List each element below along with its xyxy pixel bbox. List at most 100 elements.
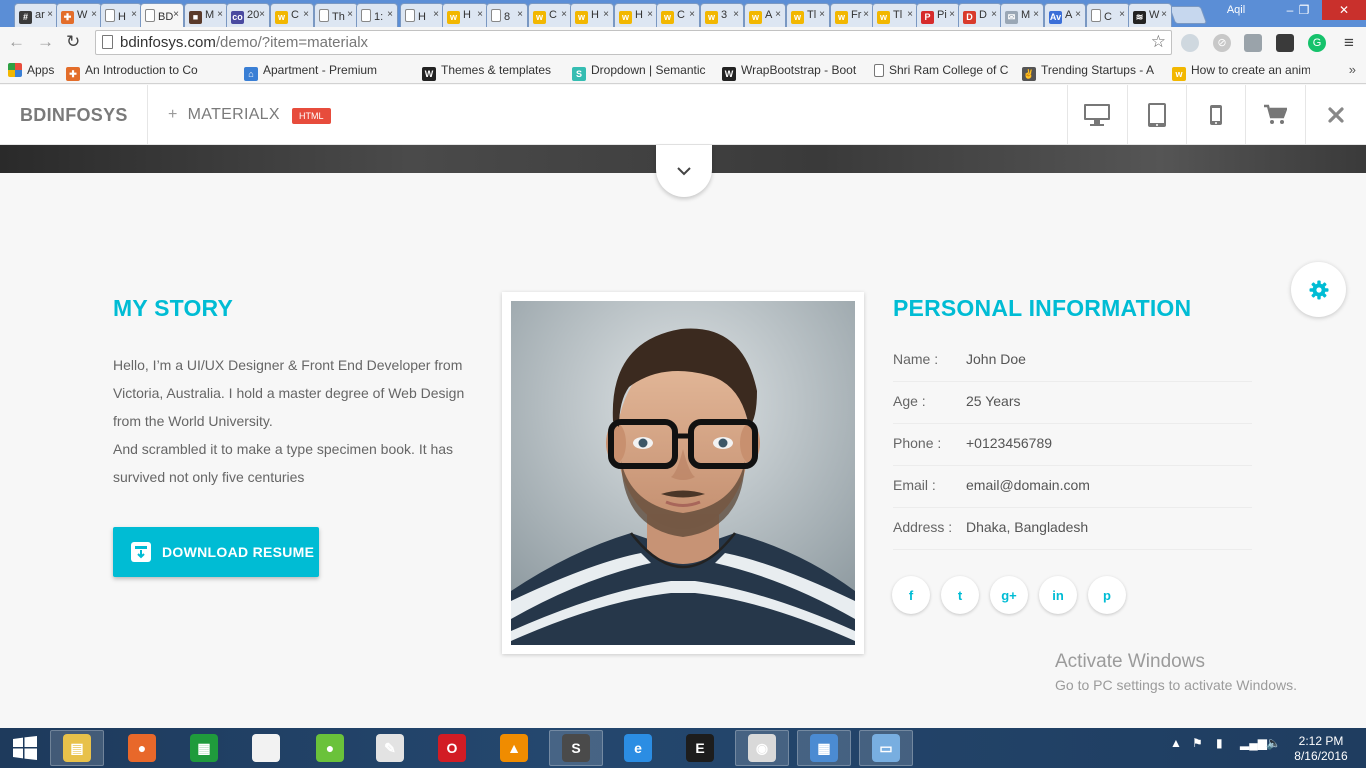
show-hidden-icons[interactable]: ▲ <box>1170 736 1182 750</box>
address-bar[interactable]: bdinfosys.com/demo/?item=materialx ☆ <box>95 30 1172 55</box>
browser-tab[interactable]: 1: × <box>356 3 398 27</box>
taskbar-photo-viewer[interactable]: ▭ <box>859 730 913 766</box>
menu-icon[interactable]: ≡ <box>1340 34 1358 52</box>
taskbar-control-panel[interactable]: ▦ <box>797 730 851 766</box>
tab-active[interactable]: BD × <box>140 3 184 27</box>
start-button[interactable] <box>0 730 50 766</box>
bookmark-item[interactable]: W Themes & templates <box>422 63 558 81</box>
bookmark-item[interactable]: w How to create an anim <box>1172 63 1310 81</box>
twitter-button[interactable]: t <box>941 576 979 614</box>
taskbar-frog-app[interactable]: ● <box>303 730 357 766</box>
taskbar-opera[interactable]: O <box>425 730 479 766</box>
taskbar-file-explorer[interactable]: ▤ <box>50 730 104 766</box>
browser-tab[interactable]: w C × <box>270 3 314 27</box>
cart-button[interactable] <box>1245 85 1304 145</box>
tab-close-icon[interactable]: × <box>1075 9 1081 20</box>
extension-icon-2[interactable]: ⊘ <box>1213 34 1231 52</box>
bookmark-item[interactable]: Apps <box>8 63 63 77</box>
google-plus-button[interactable]: g+ <box>990 576 1028 614</box>
pinterest-button[interactable]: p <box>1088 576 1126 614</box>
network-icon[interactable]: ▂▄▆ <box>1240 736 1267 750</box>
tab-close-icon[interactable]: × <box>863 9 869 20</box>
browser-tab[interactable]: ■ M × <box>184 3 228 27</box>
browser-tab[interactable]: w A × <box>744 3 786 27</box>
browser-tab[interactable]: w C × <box>528 3 572 27</box>
tab-close-icon[interactable]: × <box>217 9 223 20</box>
bookmark-star-icon[interactable]: ☆ <box>1151 32 1166 52</box>
browser-tab[interactable]: w Fr × <box>830 3 874 27</box>
bookmark-item[interactable]: Shri Ram College of C <box>874 63 1012 77</box>
taskbar-terminal-app[interactable]: E <box>673 730 727 766</box>
bookmark-item[interactable]: S Dropdown | Semantic <box>572 63 712 81</box>
tab-close-icon[interactable]: × <box>173 9 179 20</box>
taskbar-internet-explorer[interactable]: e <box>611 730 665 766</box>
reload-icon[interactable]: ↻ <box>66 32 80 52</box>
facebook-button[interactable]: f <box>892 576 930 614</box>
tab-close-icon[interactable]: × <box>47 9 53 20</box>
browser-tab[interactable]: ✉ M × <box>1000 3 1044 27</box>
browser-tab[interactable]: w C × <box>656 3 700 27</box>
scroll-down-button[interactable] <box>656 145 712 197</box>
tab-close-icon[interactable]: × <box>775 9 781 20</box>
browser-tab[interactable]: w H × <box>570 3 614 27</box>
tab-close-icon[interactable]: × <box>733 9 739 20</box>
close-demo-button[interactable] <box>1305 85 1366 145</box>
tab-close-icon[interactable]: × <box>1161 9 1167 20</box>
browser-tab[interactable]: w Tl × <box>786 3 830 27</box>
browser-tab[interactable]: w H × <box>442 3 488 27</box>
brand-logo[interactable]: BDINFOSYS <box>0 85 148 145</box>
tab-close-icon[interactable]: × <box>433 9 439 20</box>
tablet-view-button[interactable] <box>1127 85 1186 145</box>
forward-icon[interactable]: → <box>37 32 54 52</box>
browser-tab[interactable]: ✚ W × <box>56 3 102 27</box>
browser-tab[interactable]: Av A × <box>1044 3 1086 27</box>
tab-close-icon[interactable]: × <box>603 9 609 20</box>
taskbar-clock[interactable]: 2:12 PM 8/16/2016 <box>1286 734 1356 764</box>
settings-button[interactable] <box>1291 262 1346 317</box>
back-icon[interactable]: ← <box>8 32 25 52</box>
download-resume-button[interactable]: DOWNLOAD RESUME <box>113 527 319 577</box>
tab-close-icon[interactable]: × <box>1119 9 1125 20</box>
tab-close-icon[interactable]: × <box>907 9 913 20</box>
browser-tab[interactable]: # ar × <box>14 3 58 27</box>
desktop-view-button[interactable] <box>1067 85 1126 145</box>
tab-close-icon[interactable]: × <box>561 9 567 20</box>
grammarly-icon[interactable]: G <box>1308 34 1326 52</box>
shield-icon[interactable] <box>1244 34 1262 52</box>
taskbar-firefox[interactable]: ● <box>115 730 169 766</box>
demo-title[interactable]: + MATERIALX <box>168 106 280 124</box>
taskbar-vlc[interactable]: ▲ <box>487 730 541 766</box>
browser-tab[interactable]: C × <box>1086 3 1130 27</box>
tab-close-icon[interactable]: × <box>689 9 695 20</box>
taskbar-sublime-text[interactable]: S <box>549 730 603 766</box>
tab-close-icon[interactable]: × <box>131 9 137 20</box>
extension-icon-1[interactable] <box>1181 34 1199 52</box>
taskbar-notepad[interactable] <box>239 730 293 766</box>
bookmark-item[interactable]: ⌂ Apartment - Premium <box>244 63 386 81</box>
browser-tab[interactable]: H × <box>400 3 444 27</box>
tab-close-icon[interactable]: × <box>517 9 523 20</box>
evernote-icon[interactable] <box>1276 34 1294 52</box>
action-center-icon[interactable]: ⚑ <box>1192 736 1203 750</box>
browser-tab[interactable]: w H × <box>614 3 658 27</box>
taskbar-chrome[interactable]: ◉ <box>735 730 789 766</box>
tab-close-icon[interactable]: × <box>819 9 825 20</box>
tab-close-icon[interactable]: × <box>647 9 653 20</box>
tab-close-icon[interactable]: × <box>949 9 955 20</box>
mobile-view-button[interactable] <box>1186 85 1245 145</box>
linkedin-button[interactable]: in <box>1039 576 1077 614</box>
profile-button[interactable]: Aqil <box>1196 0 1276 20</box>
volume-icon[interactable]: 🔈 <box>1266 736 1281 750</box>
taskbar-store[interactable]: ▦ <box>177 730 231 766</box>
browser-tab[interactable]: co 20 × <box>226 3 270 27</box>
close-window-icon[interactable]: ✕ <box>1322 0 1366 20</box>
more-bookmarks-icon[interactable]: » <box>1349 62 1356 77</box>
browser-tab[interactable]: P Pi × <box>916 3 960 27</box>
restore-icon[interactable]: ❐ <box>1290 0 1318 20</box>
tab-close-icon[interactable]: × <box>303 9 309 20</box>
tab-close-icon[interactable]: × <box>387 9 393 20</box>
taskbar-paint-tool[interactable]: ✎ <box>363 730 417 766</box>
browser-tab[interactable]: Th × <box>314 3 358 27</box>
browser-tab[interactable]: ≋ W × <box>1128 3 1172 27</box>
tab-close-icon[interactable]: × <box>91 9 97 20</box>
